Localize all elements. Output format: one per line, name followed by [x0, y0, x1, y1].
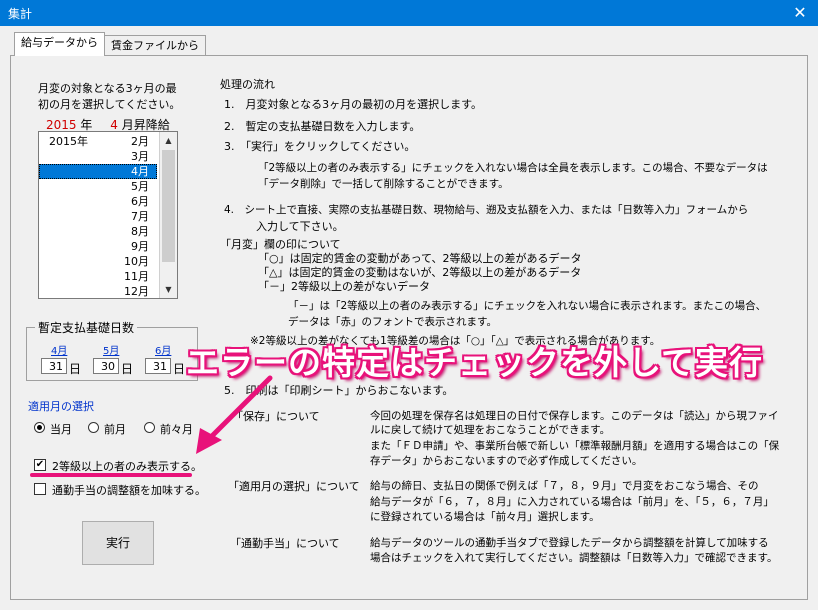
annotation-arrow	[196, 375, 273, 454]
annotation-text: エラーの特定はチェックを外して実行	[186, 343, 764, 382]
tab-kyuyo-data[interactable]: 給与データから	[14, 32, 105, 56]
